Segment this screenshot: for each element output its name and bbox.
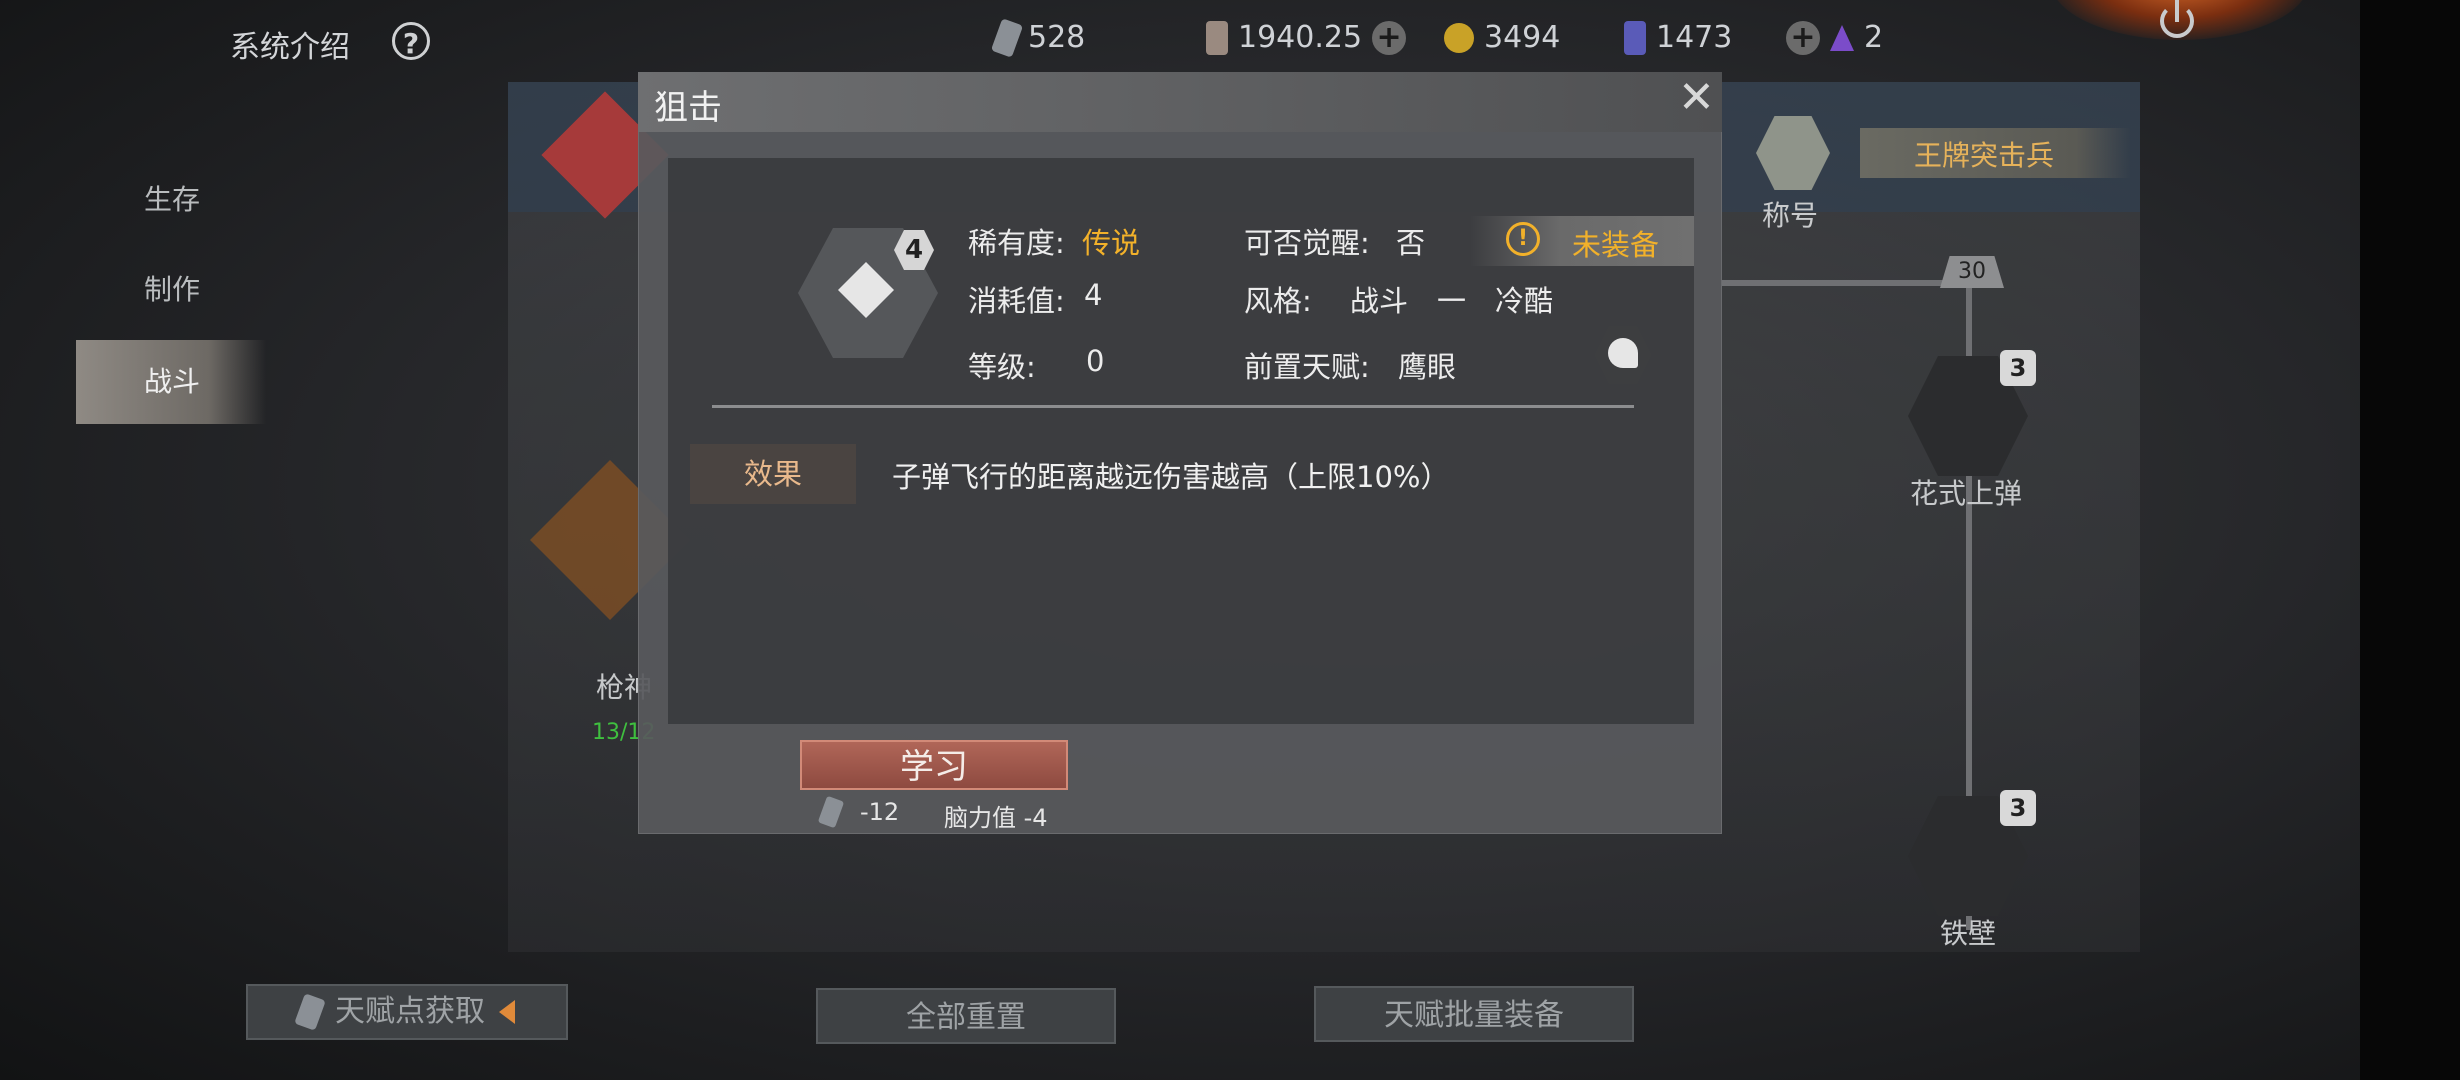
system-intro-label[interactable]: 系统介绍 (230, 22, 350, 66)
sidebar-item-label: 制作 (144, 273, 201, 306)
purple-crystal-value: 2 (1864, 20, 1884, 55)
prereq-value: 鹰眼 (1398, 350, 1457, 384)
arrow-left-icon (499, 1000, 515, 1024)
talent-points-button[interactable]: 天赋点获取 (246, 984, 568, 1040)
awaken-label: 可否觉醒: (1244, 226, 1370, 260)
crystal-icon (294, 993, 326, 1031)
cost-label: 消耗值: (968, 284, 1065, 318)
crystal-value: 528 (1028, 20, 1086, 55)
purple-card-value: 1473 (1656, 20, 1733, 55)
help-icon[interactable]: ? (392, 22, 430, 60)
sidebar-item-label: 战斗 (144, 365, 201, 398)
eagle-head-icon (1608, 338, 1638, 368)
resource-crystal: 528 (990, 17, 1086, 58)
node-badge: 3 (2000, 350, 2036, 386)
add-card-icon[interactable]: + (1372, 20, 1407, 55)
prereq-label: 前置天赋: (1244, 350, 1370, 384)
effect-tab[interactable]: 效果 (690, 444, 856, 504)
title-label: 称号 (1762, 199, 1819, 232)
coin-value: 3494 (1484, 20, 1561, 55)
rarity-label: 稀有度: (968, 226, 1065, 260)
add-purple-icon[interactable]: + (1786, 20, 1820, 55)
node-badge: 3 (2000, 790, 2036, 826)
dialog-title: 狙击 (654, 88, 722, 128)
level-value: 0 (1086, 344, 1105, 378)
close-icon[interactable]: ✕ (1678, 76, 1715, 120)
purple-crystal-icon (1830, 24, 1854, 51)
node-label-iron-wall: 铁壁 (1940, 917, 1997, 950)
level-marker: 30 (1940, 256, 2004, 288)
title-value: 王牌突击兵 (1914, 139, 2055, 172)
rarity-value: 传说 (1082, 226, 1141, 260)
purple-card-icon (1624, 20, 1646, 55)
cost-value: 4 (1084, 278, 1103, 312)
talent-points-label: 天赋点获取 (335, 994, 485, 1029)
style-label: 风格: (1244, 284, 1312, 318)
awaken-value: 否 (1396, 226, 1426, 260)
card-value: 1940.25 (1238, 20, 1363, 55)
tree-connector (1722, 280, 1972, 286)
level-label: 等级: (968, 350, 1036, 384)
learn-cost-crystal: -12 (860, 798, 900, 826)
power-icon-stem (2175, 0, 2179, 22)
node-label-fancy-reload: 花式上弹 (1910, 477, 2023, 510)
resource-purple-crystal: +2 (1786, 20, 1883, 55)
sidebar-item-survival[interactable]: 生存 (76, 158, 266, 242)
sidebar-item-crafting[interactable]: 制作 (76, 248, 266, 332)
card-icon (1206, 20, 1228, 55)
sidebar-item-combat[interactable]: 战斗 (76, 340, 266, 424)
divider (712, 405, 1634, 408)
batch-equip-button[interactable]: 天赋批量装备 (1314, 986, 1634, 1042)
warning-icon: ! (1506, 222, 1540, 256)
resource-purple-card: 1473 (1624, 20, 1732, 55)
resource-coin: 3494 (1444, 20, 1560, 55)
coin-icon (1444, 22, 1474, 53)
reset-all-button[interactable]: 全部重置 (816, 988, 1116, 1044)
learn-cost-brain: 脑力值 -4 (944, 804, 1048, 832)
dialog-title-bar (638, 72, 1722, 132)
crystal-icon (990, 17, 1024, 58)
sidebar-item-label: 生存 (144, 183, 201, 216)
resource-card: 1940.25 + (1206, 20, 1407, 55)
learn-button[interactable]: 学习 (800, 740, 1068, 790)
effect-text: 子弹飞行的距离越远伤害越高（上限10%） (892, 460, 1450, 494)
equip-status: 未装备 (1572, 228, 1660, 262)
style-value: 战斗 一 冷酷 (1350, 284, 1554, 318)
screen-edge (2360, 0, 2460, 1080)
